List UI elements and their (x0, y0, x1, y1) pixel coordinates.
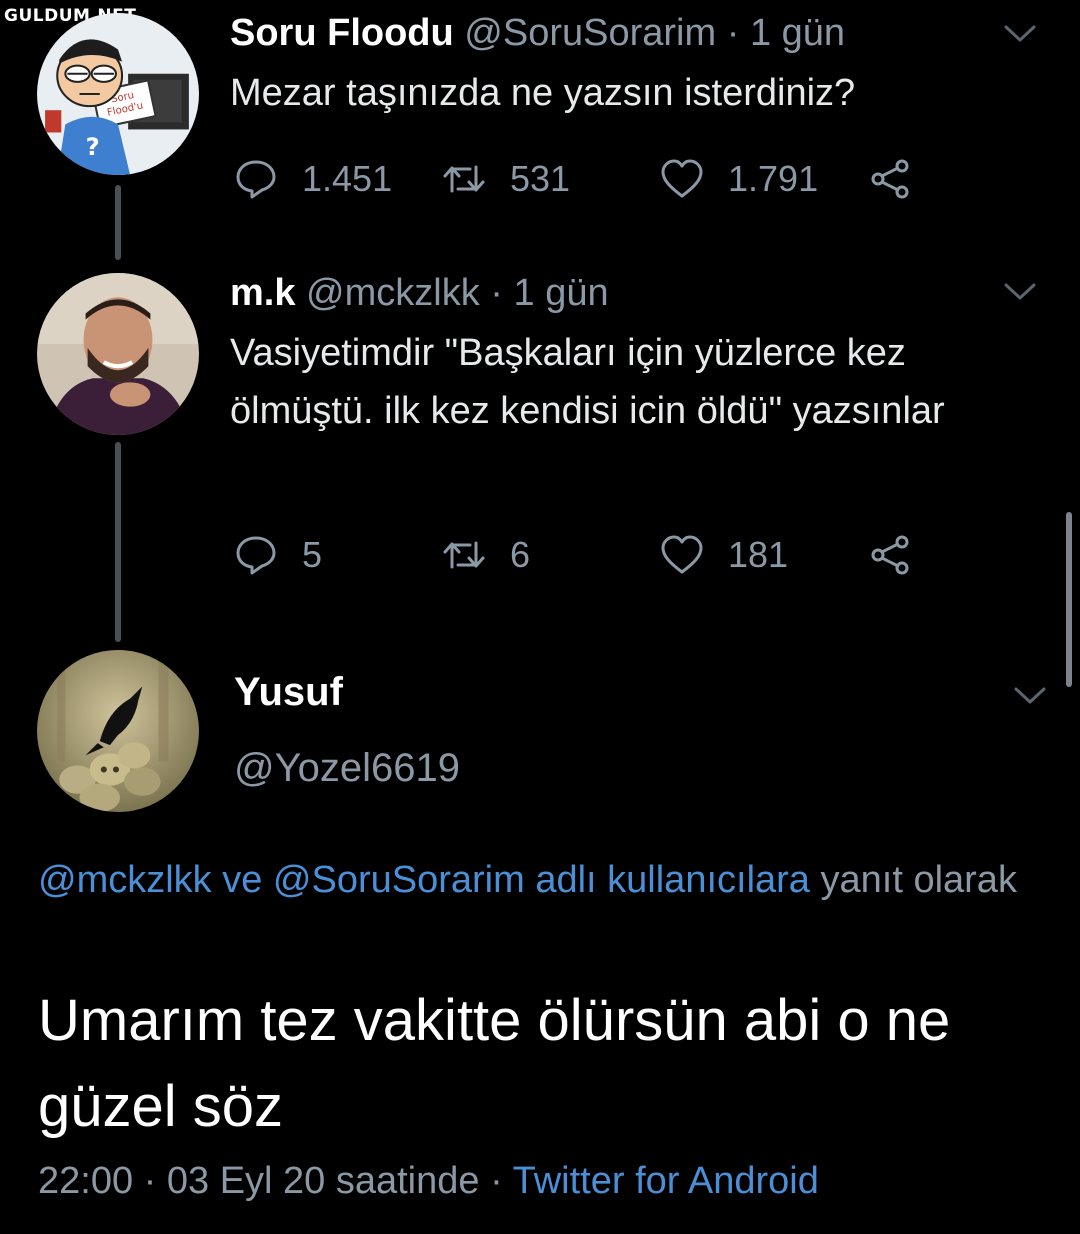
tweet-timestamp[interactable]: 22:00 · 03 Eyl 20 saatinde (38, 1160, 480, 1202)
tweet-actions: 5 6 181 (234, 530, 1034, 580)
speech-bubble-icon (236, 160, 276, 199)
scrollbar[interactable] (1066, 512, 1072, 687)
display-name[interactable]: Yusuf (234, 670, 343, 715)
tweet-time[interactable]: 1 gün (514, 272, 609, 314)
tweet-source-link[interactable]: Twitter for Android (513, 1160, 819, 1202)
thread-line (115, 442, 121, 642)
user-handle[interactable]: @mckzlkk (306, 272, 480, 314)
reply-context: @mckzlkk ve @SoruSorarim adlı kullanıcıl… (38, 850, 1048, 910)
retweet-button[interactable]: 6 (442, 530, 530, 580)
avatar[interactable]: Soru Flood'u ? (37, 13, 199, 175)
reply-to-mentions-link[interactable]: @mckzlkk ve @SoruSorarim adlı kullanıcıl… (38, 859, 810, 901)
share-icon (871, 535, 909, 575)
reply-count: 5 (302, 534, 323, 575)
avatar-photo (37, 273, 199, 435)
reply-button[interactable]: 1.451 (234, 154, 392, 204)
tweet-header: Soru Floodu @SoruSorarim · 1 gün (230, 12, 845, 55)
share-icon (871, 159, 909, 199)
reply-button[interactable]: 5 (234, 530, 322, 580)
retweet-icon (443, 165, 485, 193)
thread-line (115, 185, 121, 260)
tweet-time[interactable]: 1 gün (750, 12, 845, 54)
share-button[interactable] (868, 154, 912, 204)
like-button[interactable]: 1.791 (660, 154, 818, 204)
tweet-meta: 22:00 · 03 Eyl 20 saatinde · Twitter for… (38, 1160, 819, 1203)
retweet-count: 6 (510, 534, 531, 575)
chevron-down-icon[interactable] (1000, 280, 1040, 304)
reply-count: 1.451 (302, 158, 393, 199)
heart-icon (661, 159, 703, 198)
like-count: 1.791 (728, 158, 819, 199)
tweet-thread-screen: GULDUM.NET Soru Flood'u ? Soru Floodu @S… (0, 0, 1080, 1234)
user-handle[interactable]: @Yozel6619 (234, 746, 460, 791)
like-count: 181 (728, 534, 789, 575)
heart-icon (661, 535, 703, 574)
user-handle[interactable]: @SoruSorarim (464, 12, 716, 54)
avatar[interactable] (37, 650, 199, 812)
focused-tweet-text: Umarım tez vakitte ölürsün abi o ne güze… (38, 988, 951, 1139)
chevron-down-icon[interactable] (1000, 22, 1040, 46)
display-name[interactable]: m.k (230, 272, 295, 314)
reply-to-suffix: yanıt olarak (820, 859, 1017, 901)
retweet-icon (443, 541, 485, 569)
svg-text:?: ? (86, 132, 100, 161)
tweet-text: Mezar taşınızda ne yazsın isterdiniz? (230, 72, 856, 114)
tweet-actions: 1.451 531 1.791 (234, 154, 1034, 204)
retweet-button[interactable]: 531 (442, 154, 570, 204)
avatar-cartoon: Soru Flood'u ? (37, 13, 199, 175)
speech-bubble-icon (236, 536, 276, 575)
separator-dot: · (490, 1160, 503, 1202)
retweet-count: 531 (510, 158, 571, 199)
chevron-down-icon[interactable] (1010, 684, 1050, 708)
display-name[interactable]: Soru Floodu (230, 12, 454, 54)
avatar[interactable] (37, 273, 199, 435)
share-button[interactable] (868, 530, 912, 580)
separator-dot: · (490, 272, 503, 314)
separator-dot: · (726, 12, 740, 54)
tweet-text: Vasiyetimdir "Başkaları için yüzlerce ke… (230, 332, 945, 432)
like-button[interactable]: 181 (660, 530, 788, 580)
avatar-crow-photo (37, 650, 199, 812)
tweet-header: m.k @mckzlkk · 1 gün (230, 272, 609, 315)
